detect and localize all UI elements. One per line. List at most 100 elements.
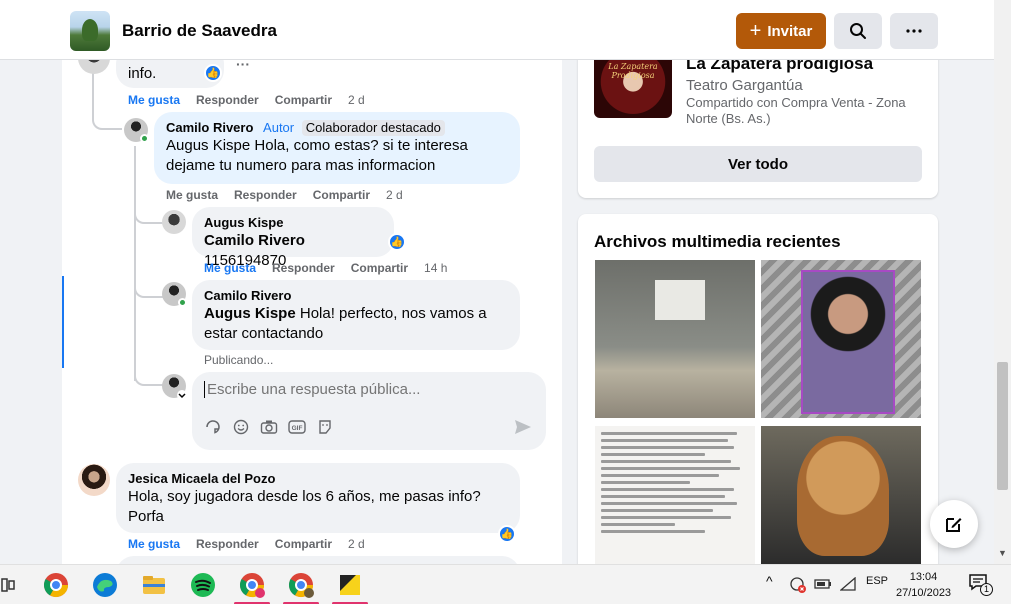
comment-author[interactable]: Camilo Rivero: [166, 120, 253, 135]
share-button[interactable]: Compartir: [313, 188, 370, 202]
notification-center-icon[interactable]: 1: [968, 573, 993, 596]
like-reaction-icon[interactable]: 👍: [498, 525, 516, 543]
mention[interactable]: Camilo Rivero: [204, 232, 305, 249]
reply-button[interactable]: Responder: [196, 537, 259, 551]
comment-author[interactable]: Augus Kispe: [204, 215, 283, 230]
reply-button[interactable]: Responder: [272, 261, 335, 275]
mention[interactable]: Augus Kispe: [166, 137, 250, 154]
comment-actions: Me gusta Responder Compartir 2 d: [128, 93, 365, 107]
send-icon[interactable]: [514, 418, 532, 436]
share-button[interactable]: Compartir: [275, 93, 332, 107]
comment-author[interactable]: Jesica Micaela del Pozo: [128, 471, 275, 486]
reply-button[interactable]: Responder: [196, 93, 259, 107]
event-venue: Teatro Gargantúa: [686, 77, 803, 94]
show-hidden-icons[interactable]: ^: [766, 573, 773, 589]
chrome-profile-2-icon[interactable]: [287, 571, 315, 599]
file-explorer-icon[interactable]: [140, 571, 168, 599]
more-options-button[interactable]: [890, 13, 938, 49]
new-message-button[interactable]: [930, 500, 978, 548]
reply-composer[interactable]: GIF: [192, 372, 546, 450]
edge-icon[interactable]: [91, 571, 119, 599]
svg-text:GIF: GIF: [292, 425, 303, 432]
comment-time[interactable]: 2 d: [348, 93, 365, 107]
invite-label: Invitar: [767, 22, 813, 40]
share-button[interactable]: Compartir: [351, 261, 408, 275]
search-icon: [850, 23, 866, 39]
photo-text-post[interactable]: [595, 426, 755, 566]
sticky-notes-icon[interactable]: [336, 571, 364, 599]
thread-line: [134, 146, 136, 381]
sticker-icon[interactable]: [204, 418, 222, 436]
comment-author[interactable]: Camilo Rivero: [204, 288, 291, 303]
photo-dog[interactable]: [761, 426, 921, 566]
system-clock[interactable]: 13:04 27/10/2023: [896, 569, 951, 601]
reply-button[interactable]: Responder: [234, 188, 297, 202]
network-status-icon[interactable]: [790, 577, 806, 593]
recent-media-title: Archivos multimedia recientes: [594, 232, 841, 251]
event-shared-info: Compartido con Compra Venta - Zona Norte…: [686, 95, 906, 126]
scroll-down-arrow-icon[interactable]: ▼: [998, 548, 1007, 558]
input-language[interactable]: ESP: [866, 575, 888, 587]
comments-feed: info. 👍 ··· Me gusta Responder Compartir…: [62, 60, 562, 604]
like-button[interactable]: Me gusta: [128, 93, 180, 107]
chevron-down-icon[interactable]: [177, 390, 187, 400]
scrollbar-thumb[interactable]: [997, 362, 1008, 490]
clock-date: 27/10/2023: [896, 587, 952, 599]
search-button[interactable]: [834, 13, 882, 49]
reply-input[interactable]: [204, 381, 524, 398]
comment-more-icon[interactable]: ···: [236, 60, 250, 72]
mention[interactable]: Augus Kispe: [204, 305, 296, 322]
battery-icon[interactable]: [814, 577, 832, 591]
comment-time[interactable]: 2 d: [386, 188, 403, 202]
group-cover-thumbnail[interactable]: [70, 11, 110, 51]
wifi-icon[interactable]: [840, 577, 856, 591]
group-header: Barrio de Saavedra + Invitar: [0, 0, 994, 60]
publishing-status: Publicando...: [204, 353, 274, 367]
like-button[interactable]: Me gusta: [204, 261, 256, 275]
thread-elbow: [92, 100, 122, 130]
shared-event-card: La Zapatera Prodigiosa La Zapatera prodi…: [578, 48, 938, 198]
comment-bubble: Camilo Rivero Autor Colaborador destacad…: [154, 112, 520, 184]
share-button[interactable]: Compartir: [275, 537, 332, 551]
avatar[interactable]: [162, 210, 186, 234]
photo-storefront[interactable]: [595, 260, 755, 418]
like-button[interactable]: Me gusta: [128, 537, 180, 551]
online-status-dot: [140, 134, 149, 143]
gif-icon[interactable]: GIF: [288, 418, 306, 436]
chrome-icon[interactable]: [42, 571, 70, 599]
see-all-button[interactable]: Ver todo: [594, 146, 922, 182]
online-status-dot: [178, 298, 187, 307]
comment-actions: Me gusta Responder Compartir 2 d: [166, 188, 403, 202]
like-button[interactable]: Me gusta: [166, 188, 218, 202]
comment-text: info.: [128, 65, 157, 82]
event-poster[interactable]: La Zapatera Prodigiosa: [594, 52, 672, 118]
page-scrollbar[interactable]: ▼: [994, 0, 1011, 564]
top-contributor-badge[interactable]: Colaborador destacado: [301, 120, 445, 136]
event-poster-text: La Zapatera Prodigiosa: [608, 62, 658, 80]
avatar-sticker-icon[interactable]: [316, 418, 334, 436]
clock-time: 13:04: [909, 571, 938, 583]
avatar[interactable]: [78, 464, 110, 496]
thread-elbow: [134, 360, 164, 386]
recent-media-card: Archivos multimedia recientes: [578, 214, 938, 604]
invite-button[interactable]: + Invitar: [736, 13, 826, 49]
comment-text: Hola, soy jugadora desde los 6 años, me …: [128, 488, 481, 525]
avatar[interactable]: [78, 60, 110, 74]
composer-tools: GIF: [204, 418, 334, 436]
spotify-icon[interactable]: [189, 571, 217, 599]
chrome-profile-icon[interactable]: [238, 571, 266, 599]
comment-time[interactable]: 2 d: [348, 537, 365, 551]
task-view-icon[interactable]: [0, 571, 22, 599]
comment-bubble: Augus Kispe Camilo Rivero 1156194870: [192, 207, 394, 269]
camera-icon[interactable]: [260, 418, 278, 436]
emoji-icon[interactable]: [232, 418, 250, 436]
like-reaction-icon[interactable]: 👍: [204, 64, 222, 82]
comment-actions: Me gusta Responder Compartir 14 h: [204, 261, 447, 275]
plus-icon: +: [749, 20, 762, 42]
comment-bubble: Jesica Micaela del Pozo Hola, soy jugado…: [116, 463, 520, 533]
group-name[interactable]: Barrio de Saavedra: [122, 21, 277, 41]
photo-woman[interactable]: [761, 260, 921, 418]
like-reaction-icon[interactable]: 👍: [388, 233, 406, 251]
comment-time[interactable]: 14 h: [424, 261, 447, 275]
focus-indicator: [62, 276, 64, 368]
